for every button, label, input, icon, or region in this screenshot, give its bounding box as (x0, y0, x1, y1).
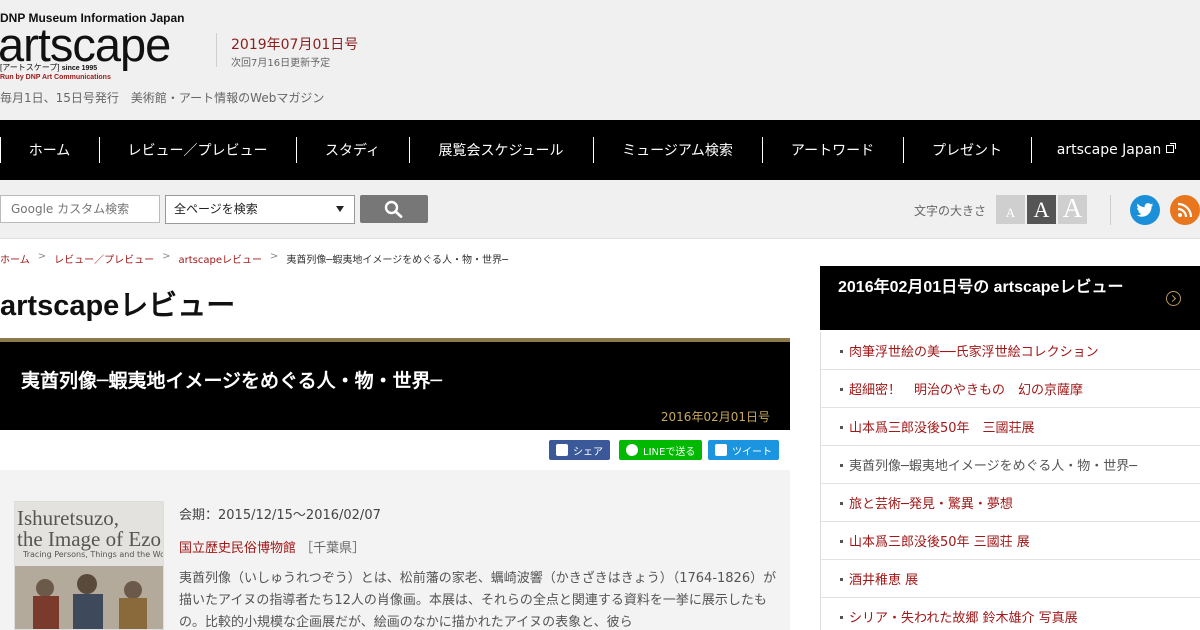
search-button[interactable] (360, 195, 428, 223)
site-header: DNP Museum Information Japan artscape [ア… (0, 0, 1200, 120)
poster-artwork (15, 566, 163, 629)
article-date: 2016年02月01日号 (660, 410, 770, 424)
nav-artword[interactable]: アートワード (762, 120, 903, 180)
nav-study[interactable]: スタディ (296, 120, 409, 180)
nav-museum-search[interactable]: ミュージアム検索 (593, 120, 762, 180)
article-text: 夷酋列像（いしゅうれつぞう）とは、松前藩の家老、蠣崎波響（かきざきはきょう）（1… (179, 571, 777, 630)
sidebar-item[interactable]: 肉筆浮世絵の美──氏家浮世絵コレクション (821, 332, 1200, 370)
sidebar-item-label: 超細密！ 明治のやきもの 幻の京薩摩 (849, 383, 1084, 398)
sidebar-title: 2016年02月01日号の artscapeレビュー (838, 279, 1124, 296)
logo-run-by: Run by DNP Art Communications (0, 74, 111, 81)
facebook-share-label: シェア (573, 446, 603, 458)
font-size-medium-button[interactable]: A (1027, 195, 1056, 224)
chevron-right-icon (1166, 291, 1181, 306)
exhibition-venue: 国立歴史民俗博物館 ［千葉県］ (179, 537, 365, 556)
main-nav: ホーム レビュー／プレビュー スタディ 展覧会スケジュール ミュージアム検索 ア… (0, 120, 1200, 180)
search-icon (384, 200, 403, 218)
header-divider (216, 33, 217, 67)
breadcrumb-review[interactable]: レビュー／プレビュー (54, 251, 154, 266)
rss-button[interactable] (1170, 195, 1200, 225)
nav-present[interactable]: プレゼント (903, 120, 1031, 180)
caret-down-icon (336, 206, 344, 212)
breadcrumb-home[interactable]: ホーム (0, 251, 30, 266)
facebook-share-button[interactable]: シェア (549, 440, 610, 460)
poster-subtitle: Tracing Persons, Things and the World (23, 550, 164, 559)
external-link-icon (1166, 143, 1177, 153)
nav-schedule[interactable]: 展覧会スケジュール (409, 120, 593, 180)
search-input[interactable] (0, 195, 160, 223)
sidebar-item[interactable]: 旅と芸術─発見・驚異・夢想 (821, 484, 1200, 522)
share-bar: シェア LINEで送る ツイート (0, 430, 790, 470)
twitter-icon (715, 444, 727, 456)
issue-date: 2019年07月01日号 (231, 37, 359, 53)
sidebar-item[interactable]: 超細密！ 明治のやきもの 幻の京薩摩 (821, 370, 1200, 408)
nav-artscape-japan[interactable]: artscape Japan (1031, 120, 1200, 180)
logo-subtitle: [アートスケープ] since 1995 (0, 62, 97, 73)
sidebar-item-label: 酒井稚恵 展 (849, 573, 919, 588)
breadcrumb-separator: > (269, 251, 279, 262)
next-update: 次回7月16日更新予定 (231, 58, 331, 69)
nav-review-preview[interactable]: レビュー／プレビュー (99, 120, 296, 180)
exhibition-poster-image[interactable]: Ishuretsuzo, the Image of Ezo Tracing Pe… (14, 501, 164, 630)
sidebar-item-label: シリア・失われた故郷 鈴木雄介 写真展 (849, 611, 1078, 626)
nav-home[interactable]: ホーム (0, 120, 99, 180)
rss-icon (1177, 202, 1193, 218)
search-scope-select[interactable]: 全ページを検索 (165, 195, 355, 224)
logo-katakana: [アートスケープ] (0, 63, 60, 72)
venue-link[interactable]: 国立歴史民俗博物館 (179, 541, 296, 556)
font-size-large-button[interactable]: A (1058, 193, 1087, 224)
twitter-bird-icon (1136, 202, 1154, 217)
line-icon (626, 444, 638, 456)
breadcrumb-artscape-review[interactable]: artscapeレビュー (178, 251, 262, 266)
exhibition-period: 会期：2015/12/15～2016/02/07 (179, 508, 381, 523)
article-title: 夷酋列像─蝦夷地イメージをめぐる人・物・世界─ (21, 370, 443, 392)
sidebar-item-current: 夷酋列像─蝦夷地イメージをめぐる人・物・世界─ (821, 446, 1200, 484)
twitter-share-button[interactable]: ツイート (708, 440, 779, 460)
nav-artscape-japan-label: artscape Japan (1056, 142, 1162, 158)
toolbar-divider (1110, 195, 1111, 225)
article-header: 夷酋列像─蝦夷地イメージをめぐる人・物・世界─ 2016年02月01日号 (0, 338, 790, 430)
sidebar-item[interactable]: シリア・失われた故郷 鈴木雄介 写真展 (821, 598, 1200, 630)
sidebar-item-label: 肉筆浮世絵の美──氏家浮世絵コレクション (849, 345, 1099, 360)
line-share-button[interactable]: LINEで送る (619, 440, 703, 460)
line-share-label: LINEで送る (643, 446, 696, 458)
breadcrumb-separator: > (37, 251, 47, 262)
poster-figures-illustration (15, 566, 163, 629)
facebook-icon (556, 444, 568, 456)
font-size-small-button[interactable]: A (996, 195, 1025, 224)
breadcrumb: ホーム > レビュー／プレビュー > artscapeレビュー > 夷酋列像─蝦… (0, 251, 508, 266)
search-scope-value: 全ページを検索 (174, 202, 258, 216)
poster-title-line2: the Image of Ezo (17, 527, 162, 551)
twitter-share-label: ツイート (732, 446, 772, 458)
sidebar-item-label: 夷酋列像─蝦夷地イメージをめぐる人・物・世界─ (849, 459, 1138, 474)
sidebar-item-label: 山本爲三郎没後50年 三國荘 展 (849, 535, 1030, 550)
font-size-label: 文字の大きさ (914, 204, 987, 218)
twitter-button[interactable] (1130, 195, 1160, 225)
breadcrumb-separator: > (162, 251, 171, 262)
sidebar-list: 肉筆浮世絵の美──氏家浮世絵コレクション 超細密！ 明治のやきもの 幻の京薩摩 … (820, 332, 1200, 630)
logo-since: since 1995 (61, 65, 98, 72)
tagline: 毎月1日、15日号発行 美術館・アート情報のWebマガジン (0, 91, 325, 105)
sidebar-header[interactable]: 2016年02月01日号の artscapeレビュー (820, 266, 1200, 330)
sidebar-item-label: 旅と芸術─発見・驚異・夢想 (849, 497, 1013, 512)
poster-title-line1: Ishuretsuzo, (17, 506, 120, 530)
poster-title: Ishuretsuzo, the Image of Ezo (17, 508, 161, 550)
sidebar-item[interactable]: 酒井稚恵 展 (821, 560, 1200, 598)
sidebar-item-label: 山本爲三郎没後50年 三國荘展 (849, 421, 1035, 436)
page-title: artscapeレビュー (0, 290, 236, 322)
breadcrumb-current: 夷酋列像─蝦夷地イメージをめぐる人・物・世界─ (286, 255, 509, 266)
venue-prefecture: ［千葉県］ (300, 541, 366, 556)
sidebar-item[interactable]: 山本爲三郎没後50年 三國荘 展 (821, 522, 1200, 560)
sidebar-item[interactable]: 山本爲三郎没後50年 三國荘展 (821, 408, 1200, 446)
